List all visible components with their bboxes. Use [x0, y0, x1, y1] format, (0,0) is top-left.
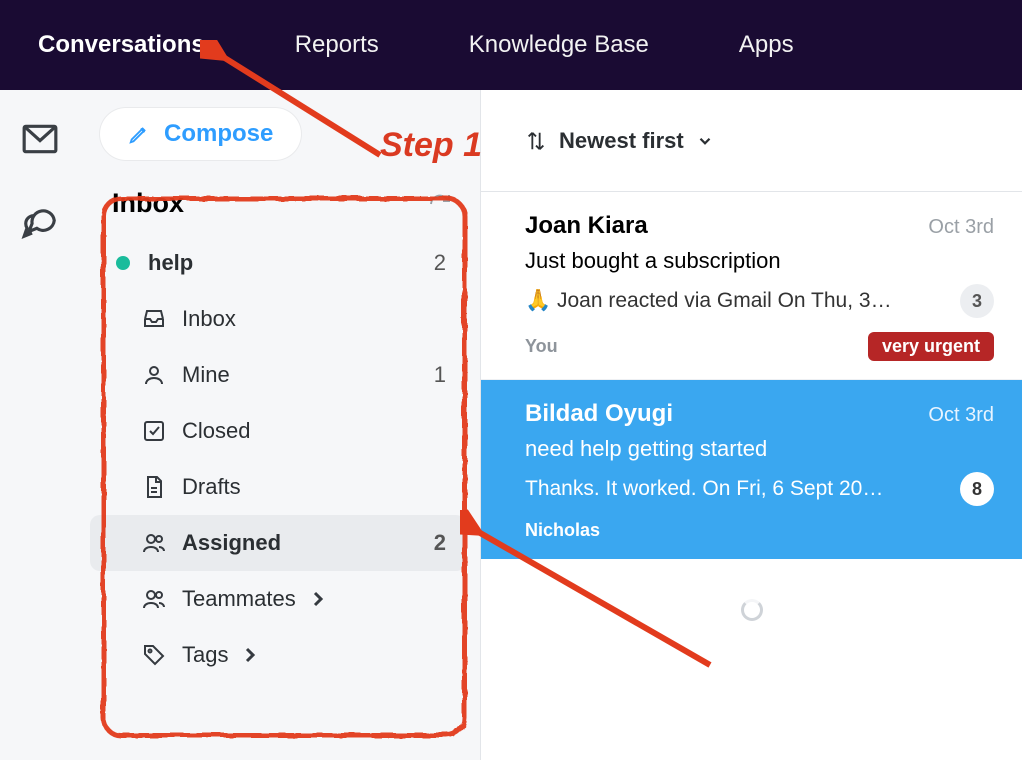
folder-closed[interactable]: Closed — [90, 403, 466, 459]
folder-count: 2 — [434, 530, 446, 556]
check-square-icon — [142, 419, 166, 443]
folder-tags[interactable]: Tags — [90, 627, 466, 683]
folder-inbox[interactable]: Inbox — [90, 291, 466, 347]
conversation-item[interactable]: Joan Kiara Oct 3rd Just bought a subscri… — [481, 192, 1022, 380]
conv-tag: very urgent — [868, 332, 994, 361]
folder-mine[interactable]: Mine 1 — [90, 347, 466, 403]
folder-label: Assigned — [182, 530, 281, 556]
people-icon — [142, 531, 166, 555]
conv-date: Oct 3rd — [928, 216, 994, 239]
refresh-icon[interactable] — [428, 192, 452, 216]
conv-count-badge: 8 — [960, 472, 994, 506]
annotation-step-label: Step 1 — [380, 126, 482, 165]
compose-button[interactable]: Compose — [100, 108, 301, 160]
conv-snippet: Thanks. It worked. On Fri, 6 Sept 20… — [525, 477, 946, 501]
nav-reports[interactable]: Reports — [295, 31, 379, 59]
sort-dropdown[interactable]: Newest first — [481, 90, 1022, 192]
folder-label: Drafts — [182, 474, 241, 500]
pencil-icon — [128, 123, 150, 145]
nav-conversations[interactable]: Conversations — [38, 31, 205, 59]
chevron-down-icon — [696, 132, 714, 150]
sort-icon — [525, 130, 547, 152]
conversation-item[interactable]: Bildad Oyugi Oct 3rd need help getting s… — [481, 380, 1022, 559]
chevron-right-icon — [238, 643, 262, 667]
inbox-header: Inbox — [112, 188, 184, 219]
chat-icon[interactable] — [21, 203, 59, 246]
status-dot-icon — [116, 256, 130, 270]
mailbox-name: help — [148, 250, 193, 276]
mailbox-count: 2 — [434, 250, 446, 276]
top-nav: Conversations Reports Knowledge Base App… — [0, 0, 1022, 90]
mail-icon[interactable] — [21, 120, 59, 163]
folder-label: Mine — [182, 362, 230, 388]
compose-label: Compose — [164, 120, 273, 148]
conv-sender: Bildad Oyugi — [525, 400, 673, 428]
sidebar: Compose Inbox help 2 Inbox Mine 1 Closed — [80, 90, 480, 760]
tag-icon — [142, 643, 166, 667]
folder-label: Inbox — [182, 306, 236, 332]
loading-spinner-icon — [741, 599, 763, 621]
folder-teammates[interactable]: Teammates — [90, 571, 466, 627]
conv-sender: Joan Kiara — [525, 212, 648, 240]
conv-agent: Nicholas — [525, 520, 600, 541]
sort-label: Newest first — [559, 128, 684, 154]
folder-label: Closed — [182, 418, 250, 444]
conv-date: Oct 3rd — [928, 404, 994, 427]
folder-drafts[interactable]: Drafts — [90, 459, 466, 515]
conv-agent: You — [525, 336, 558, 357]
left-rail — [0, 90, 80, 760]
inbox-icon — [142, 307, 166, 331]
people-icon — [142, 587, 166, 611]
file-icon — [142, 475, 166, 499]
person-icon — [142, 363, 166, 387]
chevron-right-icon — [306, 587, 330, 611]
conv-subject: Just bought a subscription — [525, 248, 994, 274]
nav-knowledge-base[interactable]: Knowledge Base — [469, 31, 649, 59]
conv-count-badge: 3 — [960, 284, 994, 318]
conv-subject: need help getting started — [525, 436, 994, 462]
folder-assigned[interactable]: Assigned 2 — [90, 515, 466, 571]
conv-snippet: 🙏 Joan reacted via Gmail On Thu, 3… — [525, 289, 946, 313]
conversation-list: Newest first Joan Kiara Oct 3rd Just bou… — [480, 90, 1022, 760]
folder-label: Tags — [182, 642, 228, 668]
folder-label: Teammates — [182, 586, 296, 612]
nav-apps[interactable]: Apps — [739, 31, 794, 59]
folder-count: 1 — [434, 362, 446, 388]
mailbox-help[interactable]: help 2 — [90, 235, 466, 291]
